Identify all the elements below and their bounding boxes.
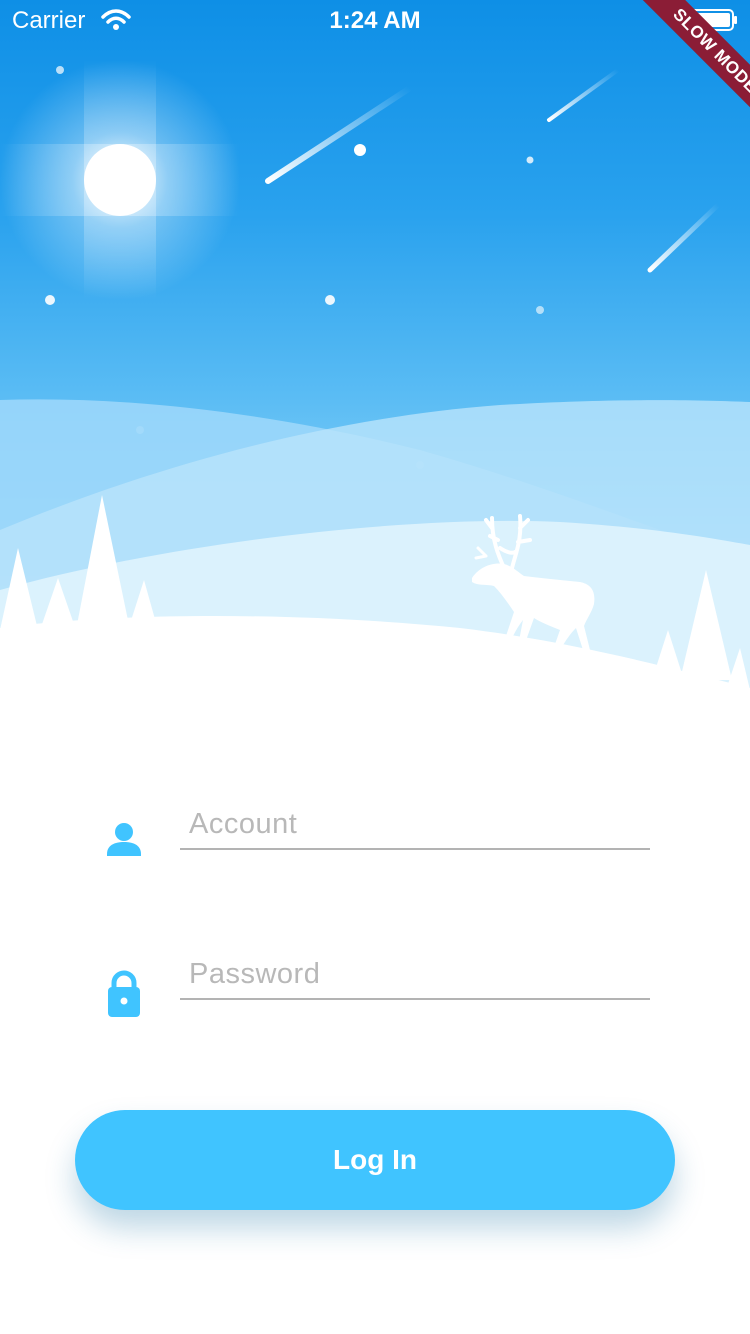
password-input[interactable] bbox=[180, 950, 650, 1000]
account-field-row bbox=[100, 800, 650, 860]
login-button[interactable]: Log In bbox=[75, 1110, 675, 1210]
shooting-star bbox=[647, 202, 721, 273]
lock-icon bbox=[108, 970, 140, 1017]
account-input[interactable] bbox=[180, 800, 650, 850]
sun-icon bbox=[0, 60, 240, 300]
person-icon bbox=[107, 823, 141, 856]
debug-banner: SLOW MODE bbox=[600, 0, 750, 150]
password-field-row bbox=[100, 950, 650, 1017]
shooting-star bbox=[265, 85, 413, 184]
debug-banner-label: SLOW MODE bbox=[626, 0, 750, 140]
